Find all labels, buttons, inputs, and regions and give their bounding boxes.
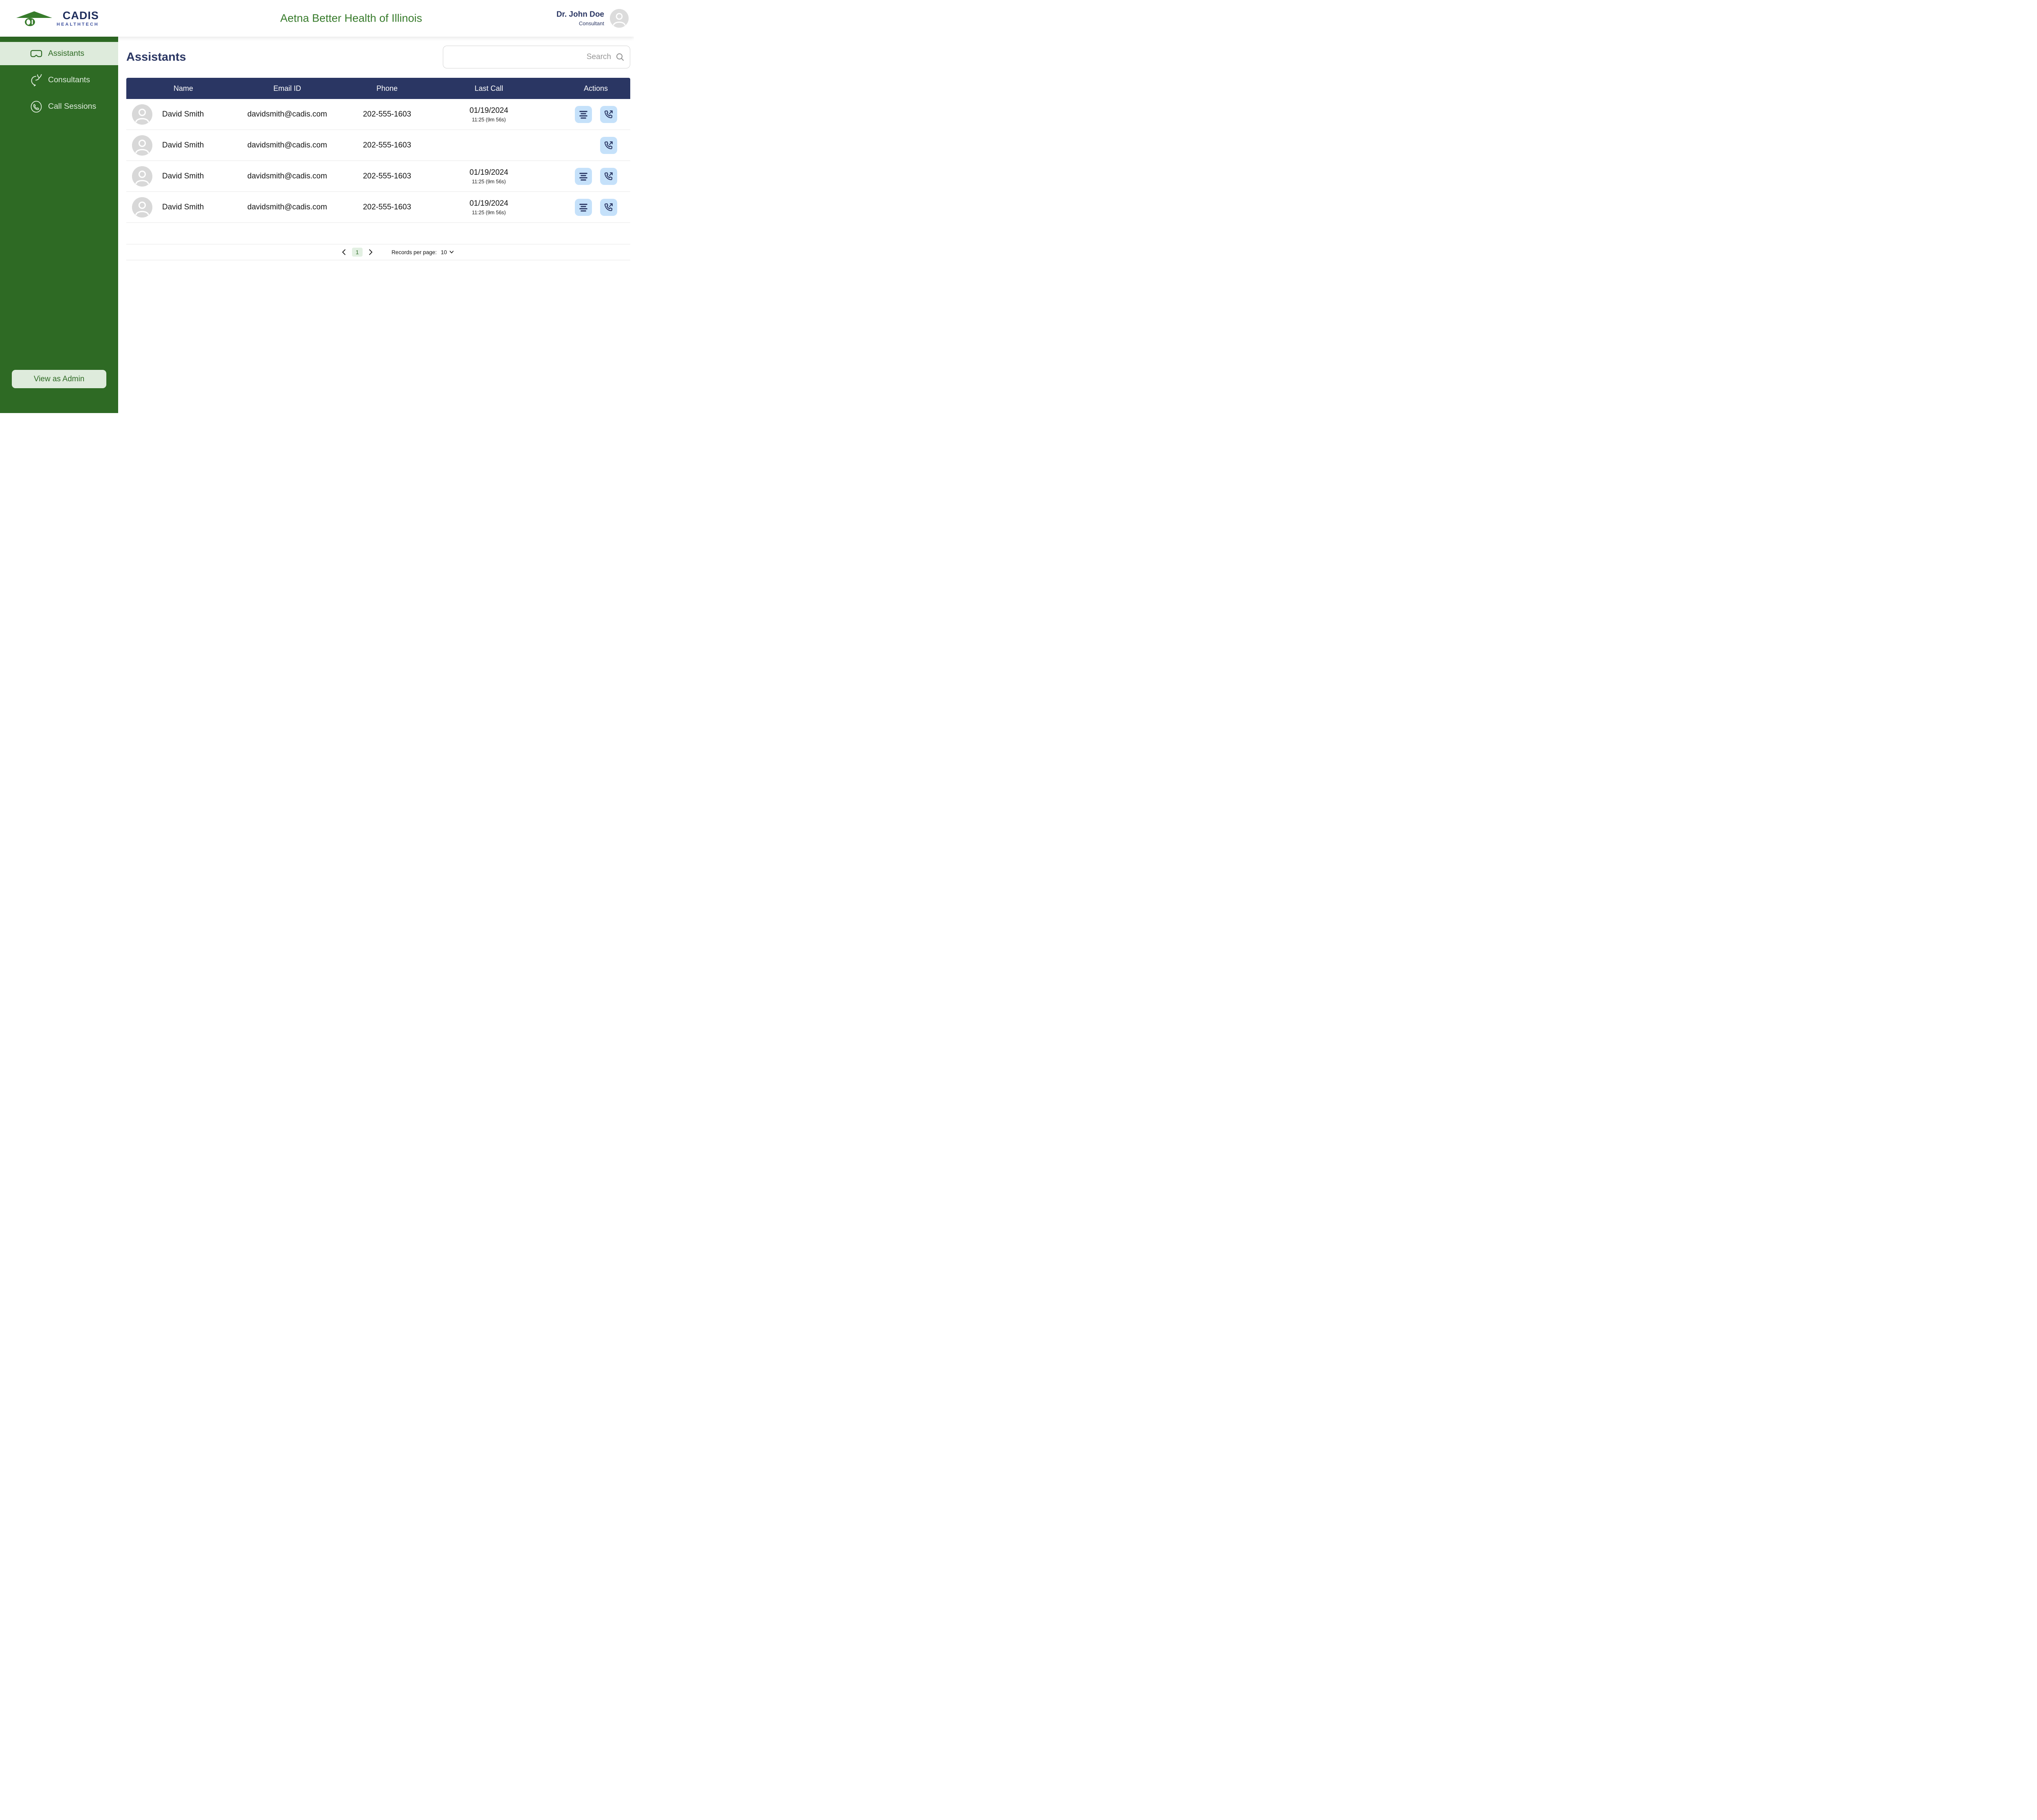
outgoing-call-button[interactable] [600, 137, 617, 154]
column-header-phone: Phone [334, 84, 440, 93]
table-row: David Smith davidsmith@cadis.com 202-555… [126, 130, 630, 161]
last-call-date: 01/19/2024 [469, 106, 508, 115]
assistant-name: David Smith [162, 203, 204, 212]
assistant-email: davidsmith@cadis.com [240, 203, 334, 212]
search-box [443, 46, 630, 68]
last-call-cell: 01/19/2024 11:25 (9m 56s) [440, 199, 538, 215]
outgoing-call-icon [604, 202, 614, 212]
user-role: Consultant [579, 20, 604, 27]
view-transcript-button[interactable] [575, 199, 592, 216]
last-call-time: 11:25 (9m 56s) [472, 210, 506, 215]
user-info: Dr. John Doe Consultant [557, 0, 629, 37]
assistant-name: David Smith [162, 141, 204, 150]
assistant-avatar [132, 197, 152, 218]
cadis-logo-mark-icon [15, 10, 53, 26]
assistant-avatar [132, 166, 152, 187]
column-header-email: Email ID [240, 84, 334, 93]
chevron-right-icon [367, 249, 374, 255]
column-header-actions: Actions [538, 84, 630, 93]
organization-title: Aetna Better Health of Illinois [280, 12, 422, 25]
last-call-cell: 01/19/2024 11:25 (9m 56s) [440, 106, 538, 123]
table-row: David Smith davidsmith@cadis.com 202-555… [126, 161, 630, 192]
records-per-page-value: 10 [441, 249, 447, 255]
assistant-email: davidsmith@cadis.com [240, 172, 334, 181]
user-name: Dr. John Doe [557, 10, 604, 20]
records-per-page-label: Records per page: [392, 249, 437, 255]
outgoing-call-button[interactable] [600, 199, 617, 216]
assistant-avatar [132, 104, 152, 125]
view-transcript-button[interactable] [575, 168, 592, 185]
view-as-admin-button[interactable]: View as Admin [12, 370, 106, 388]
page-title: Assistants [126, 51, 186, 64]
assistant-badge-icon [30, 47, 43, 60]
transcript-lines-icon [579, 110, 588, 119]
last-call-time: 11:25 (9m 56s) [472, 117, 506, 123]
last-call-cell: 01/19/2024 11:25 (9m 56s) [440, 168, 538, 185]
sidebar: Assistants Consultants [0, 37, 118, 413]
table-body: David Smith davidsmith@cadis.com 202-555… [126, 99, 630, 223]
search-input[interactable] [443, 46, 630, 68]
transcript-lines-icon [579, 171, 588, 181]
stethoscope-icon [30, 74, 43, 87]
main-content: Assistants Name Email ID Phone Last Call… [118, 37, 634, 413]
sidebar-nav: Assistants Consultants [0, 42, 118, 118]
assistant-name: David Smith [162, 172, 204, 181]
outgoing-call-icon [604, 110, 614, 119]
sidebar-item-label: Assistants [48, 49, 84, 58]
previous-page-button[interactable] [340, 248, 348, 256]
sidebar-item-call-sessions[interactable]: Call Sessions [0, 95, 118, 118]
outgoing-call-button[interactable] [600, 106, 617, 123]
assistant-name: David Smith [162, 110, 204, 119]
outgoing-call-button[interactable] [600, 168, 617, 185]
sidebar-item-label: Call Sessions [48, 102, 96, 111]
table-header-row: Name Email ID Phone Last Call Actions [126, 78, 630, 99]
next-page-button[interactable] [367, 248, 374, 256]
assistant-email: davidsmith@cadis.com [240, 141, 334, 150]
pagination-bar: 1 Records per page: 10 [126, 244, 630, 260]
last-call-date: 01/19/2024 [469, 168, 508, 177]
outgoing-call-icon [604, 141, 614, 150]
user-avatar[interactable] [610, 9, 629, 28]
sidebar-item-label: Consultants [48, 75, 90, 85]
last-call-time: 11:25 (9m 56s) [472, 179, 506, 185]
records-per-page-select[interactable]: 10 [441, 249, 454, 255]
assistant-email: davidsmith@cadis.com [240, 110, 334, 119]
outgoing-call-icon [604, 171, 614, 181]
sidebar-item-consultants[interactable]: Consultants [0, 68, 118, 92]
chevron-left-icon [341, 249, 347, 255]
phone-circle-icon [30, 100, 43, 113]
app-root: CADIS HEALTHTECH Aetna Better Health of … [0, 0, 634, 413]
assistant-avatar [132, 135, 152, 156]
column-header-last-call: Last Call [440, 84, 538, 93]
assistant-phone: 202-555-1603 [334, 172, 440, 181]
last-call-date: 01/19/2024 [469, 199, 508, 208]
brand-logo: CADIS HEALTHTECH [0, 10, 99, 27]
current-page-indicator[interactable]: 1 [352, 248, 363, 257]
table-row: David Smith davidsmith@cadis.com 202-555… [126, 99, 630, 130]
assistant-phone: 202-555-1603 [334, 203, 440, 212]
transcript-lines-icon [579, 202, 588, 212]
column-header-name: Name [126, 84, 240, 93]
sidebar-item-assistants[interactable]: Assistants [0, 42, 118, 65]
top-header: CADIS HEALTHTECH Aetna Better Health of … [0, 0, 634, 37]
brand-name: CADIS [63, 10, 99, 21]
assistant-phone: 202-555-1603 [334, 141, 440, 150]
view-transcript-button[interactable] [575, 106, 592, 123]
brand-tagline: HEALTHTECH [57, 22, 99, 27]
chevron-down-icon [449, 251, 454, 254]
assistants-table: Name Email ID Phone Last Call Actions Da… [126, 78, 630, 223]
table-row: David Smith davidsmith@cadis.com 202-555… [126, 192, 630, 223]
assistant-phone: 202-555-1603 [334, 110, 440, 119]
